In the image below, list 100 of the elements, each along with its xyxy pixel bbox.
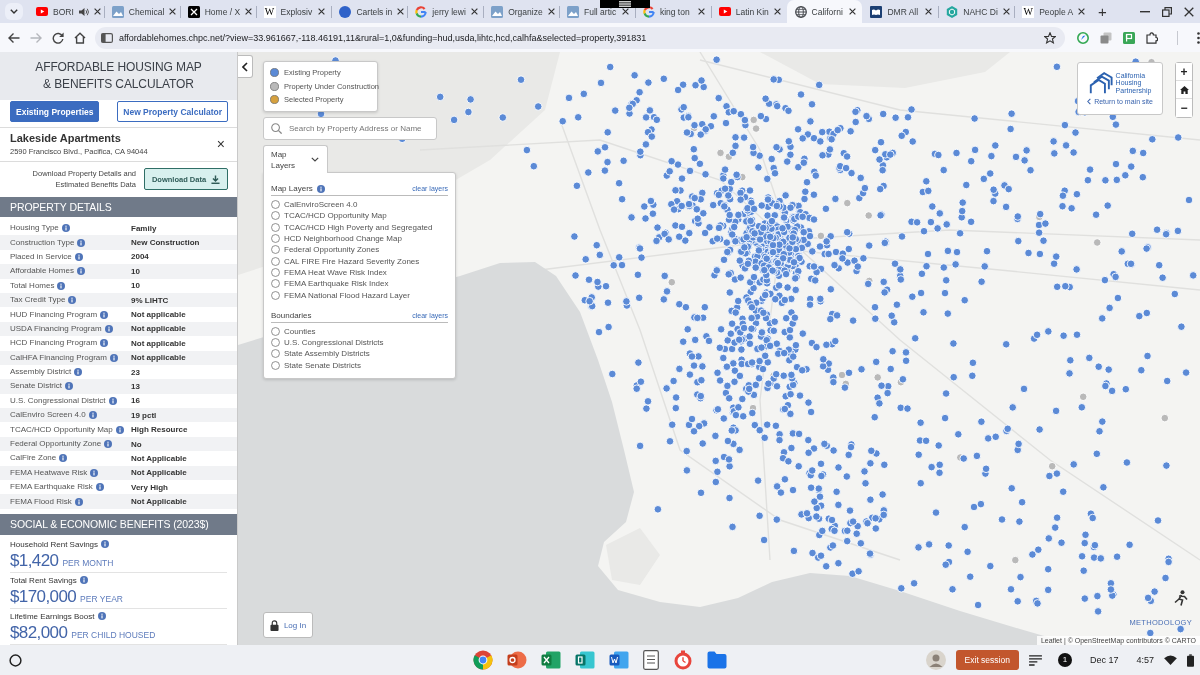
browser-tab[interactable]: Californi xyxy=(786,0,863,23)
radio-button[interactable] xyxy=(271,200,280,210)
copy-icon[interactable] xyxy=(1100,31,1112,44)
collapse-button[interactable] xyxy=(238,55,253,78)
home-icon[interactable] xyxy=(74,31,86,44)
wifi-icon[interactable] xyxy=(1164,655,1177,665)
layer-option[interactable]: State Senate Districts xyxy=(271,359,448,371)
layer-option[interactable]: State Assembly Districts xyxy=(271,348,448,360)
info-icon[interactable] xyxy=(74,368,83,377)
layer-option[interactable]: TCAC/HCD Opportunity Map xyxy=(271,210,448,222)
minimize-icon[interactable] xyxy=(1140,10,1150,13)
close-icon[interactable] xyxy=(1184,6,1194,17)
radio-button[interactable] xyxy=(271,222,280,232)
info-icon[interactable] xyxy=(100,339,109,348)
search-field[interactable]: Search by Property Address or Name xyxy=(263,117,437,140)
login-button[interactable]: Log In xyxy=(263,612,313,638)
info-icon[interactable] xyxy=(57,281,66,290)
radio-button[interactable] xyxy=(271,349,280,359)
info-icon[interactable] xyxy=(316,184,325,193)
radio-button[interactable] xyxy=(271,290,280,300)
close-icon[interactable] xyxy=(849,8,857,15)
document-icon[interactable] xyxy=(609,650,629,670)
browser-tab[interactable]: DMR All xyxy=(862,0,939,23)
info-icon[interactable] xyxy=(77,238,86,247)
notification-badge[interactable]: 1 xyxy=(1057,653,1072,667)
close-icon[interactable] xyxy=(547,8,555,15)
radio-button[interactable] xyxy=(271,279,280,289)
layer-option[interactable]: CalEnviroScreen 4.0 xyxy=(271,199,448,211)
mode-button[interactable]: Existing Properties xyxy=(10,101,100,122)
battery-icon[interactable] xyxy=(1187,653,1194,667)
radio-button[interactable] xyxy=(271,211,280,221)
date-text[interactable]: Dec 17 xyxy=(1089,655,1119,665)
exit-session-button[interactable]: Exit session xyxy=(955,650,1019,670)
speaker-icon[interactable] xyxy=(78,6,89,17)
layer-option[interactable]: FEMA Earthquake Risk Index xyxy=(271,278,448,290)
tab-search-button[interactable] xyxy=(5,3,23,20)
radio-button[interactable] xyxy=(271,256,280,266)
radio-button[interactable] xyxy=(271,234,280,244)
avatar-icon[interactable] xyxy=(925,650,946,670)
close-icon[interactable] xyxy=(1078,8,1086,15)
browser-tab[interactable]: Full artic xyxy=(559,0,635,23)
radio-button[interactable] xyxy=(271,267,280,277)
radio-button[interactable] xyxy=(271,338,280,348)
launcher-icon[interactable] xyxy=(9,653,22,667)
info-icon[interactable] xyxy=(61,224,70,233)
close-icon[interactable] xyxy=(245,8,253,15)
browser-tab[interactable]: jerry lewi xyxy=(407,0,484,23)
browser-tab[interactable]: W Explosiv xyxy=(255,0,332,23)
compass-icon[interactable] xyxy=(1077,31,1089,44)
info-icon[interactable] xyxy=(59,454,68,463)
notes-icon[interactable] xyxy=(643,650,659,670)
site-info-icon[interactable] xyxy=(101,32,113,43)
browser-tab[interactable]: Latin Kin xyxy=(710,0,787,23)
puzzle-icon[interactable] xyxy=(1146,31,1158,44)
time-text[interactable]: 4:57 xyxy=(1136,655,1154,665)
radio-button[interactable] xyxy=(271,360,280,370)
folder-icon[interactable] xyxy=(707,651,727,669)
close-icon[interactable] xyxy=(397,8,405,15)
star-icon[interactable] xyxy=(1044,31,1056,44)
layer-option[interactable]: U.S. Congressional Districts xyxy=(271,336,448,349)
more-menu-icon[interactable] xyxy=(1197,31,1200,44)
info-icon[interactable] xyxy=(65,382,74,391)
mode-button[interactable]: New Property Calculator xyxy=(117,101,228,122)
layer-option[interactable]: Counties xyxy=(271,325,448,337)
close-icon[interactable] xyxy=(621,8,629,15)
close-icon[interactable] xyxy=(925,8,933,15)
browser-tab[interactable]: BORI xyxy=(28,0,104,23)
info-icon[interactable] xyxy=(74,252,83,261)
close-icon[interactable] xyxy=(697,8,705,15)
info-icon[interactable] xyxy=(100,310,109,319)
address-bar[interactable]: affordablehomes.chpc.net/?view=33.961667,-118.46191,11&rural=1,0&funding=hud,usda,lihtc,hcd,calhfa&selected=property,391831 xyxy=(95,26,1065,49)
spreadsheet-icon[interactable] xyxy=(541,650,561,670)
new-tab-button[interactable]: + xyxy=(1094,4,1111,19)
info-icon[interactable] xyxy=(109,353,118,362)
browser-tab[interactable]: NAHC Di xyxy=(938,0,1015,23)
radio-button[interactable] xyxy=(271,326,280,336)
info-icon[interactable] xyxy=(108,396,117,405)
info-icon[interactable] xyxy=(95,483,104,492)
restore-icon[interactable] xyxy=(1162,6,1172,17)
info-icon[interactable] xyxy=(115,425,124,434)
presentation-icon[interactable] xyxy=(507,650,527,670)
person-icon[interactable] xyxy=(1173,590,1189,606)
radio-button[interactable] xyxy=(271,245,280,255)
reload-icon[interactable] xyxy=(52,31,64,44)
list-icon[interactable] xyxy=(1028,654,1042,666)
layer-option[interactable]: FEMA National Flood Hazard Layer xyxy=(271,289,448,301)
close-icon[interactable] xyxy=(169,8,177,15)
menu-handle-icon[interactable] xyxy=(600,0,650,8)
info-icon[interactable] xyxy=(88,411,97,420)
publishing-icon[interactable] xyxy=(575,650,595,670)
info-icon[interactable] xyxy=(68,296,77,305)
layer-option[interactable]: HCD Neighborhood Change Map xyxy=(271,232,448,245)
info-icon[interactable] xyxy=(76,267,85,276)
info-icon[interactable] xyxy=(101,540,110,549)
zoom-in-button[interactable]: + xyxy=(1176,63,1192,81)
info-icon[interactable] xyxy=(90,468,99,477)
browser-tab[interactable]: Chemical xyxy=(103,0,180,23)
browser-tab[interactable]: Cartels in xyxy=(331,0,408,23)
stopwatch-icon[interactable] xyxy=(673,650,693,670)
info-icon[interactable] xyxy=(74,497,83,506)
